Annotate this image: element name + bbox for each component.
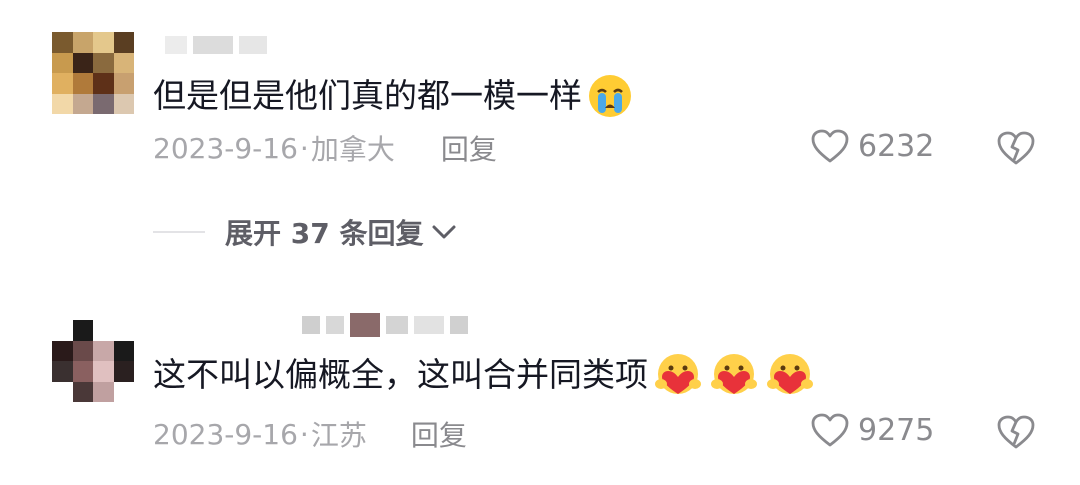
like-button[interactable]: 9275	[810, 412, 934, 448]
divider	[153, 231, 205, 233]
avatar-pixel	[93, 52, 114, 73]
avatar-pixel	[52, 52, 73, 73]
avatar-pixel	[72, 361, 93, 382]
avatar-pixel	[72, 320, 93, 341]
avatar-pixel	[113, 93, 134, 114]
crying-emoji	[586, 72, 634, 120]
heart-icon	[811, 413, 849, 447]
avatar-pixel	[52, 32, 73, 53]
avatar-pixel	[113, 340, 134, 361]
reply-button[interactable]: 回复	[411, 414, 467, 454]
avatar-pixel	[72, 381, 93, 402]
avatar-pixel	[93, 93, 114, 114]
avatar-pixel	[93, 340, 114, 361]
avatar-pixel	[52, 320, 73, 341]
dislike-button[interactable]	[996, 130, 1036, 170]
comment-location: 加拿大	[310, 133, 395, 166]
expand-replies-label: 展开 37 条回复	[225, 217, 424, 250]
comment-text-row: 这不叫以偏概全，这叫合并同类项	[153, 352, 816, 398]
comment-text-row: 但是但是他们真的都一模一样	[153, 72, 634, 120]
avatar-pixel	[72, 32, 93, 53]
comment-text: 这不叫以偏概全，这叫合并同类项	[153, 355, 648, 394]
avatar-pixel	[113, 361, 134, 382]
avatar-pixel	[52, 381, 73, 402]
avatar-pixel	[93, 361, 114, 382]
avatar[interactable]	[52, 320, 134, 402]
avatar-pixel	[72, 73, 93, 94]
heart-icon	[811, 129, 849, 163]
avatar-pixel	[113, 320, 134, 341]
comment-item: 这不叫以偏概全，这叫合并同类项 2023-9-16 · 江苏 回复 9275	[0, 290, 1080, 485]
comment-item: 但是但是他们真的都一模一样 2023-9-16 · 加拿大 回复 6232	[0, 0, 1080, 200]
avatar-pixel	[52, 361, 73, 382]
avatar[interactable]	[52, 32, 134, 114]
like-count: 6232	[858, 128, 935, 164]
like-count: 9275	[858, 412, 935, 448]
comment-meta: 2023-9-16 · 江苏 回复	[153, 414, 467, 454]
avatar-pixel	[93, 32, 114, 53]
reply-button[interactable]: 回复	[441, 128, 497, 168]
avatar-pixel	[93, 320, 114, 341]
avatar-pixel	[52, 93, 73, 114]
avatar-pixel	[52, 340, 73, 361]
avatar-pixel	[113, 73, 134, 94]
avatar-pixel	[113, 32, 134, 53]
avatar-pixel	[52, 73, 73, 94]
heart-hug-emoji	[652, 352, 704, 398]
avatar-pixel	[93, 381, 114, 402]
avatar-pixel	[113, 52, 134, 73]
comment-date: 2023-9-16	[153, 131, 298, 165]
broken-heart-icon	[997, 415, 1035, 449]
avatar-pixel	[93, 73, 114, 94]
comment-meta: 2023-9-16 · 加拿大 回复	[153, 128, 497, 168]
username-blurred[interactable]	[165, 34, 267, 56]
heart-hug-emoji	[764, 352, 816, 398]
expand-replies-button[interactable]: 展开 37 条回复	[153, 212, 457, 252]
like-button[interactable]: 6232	[810, 128, 934, 164]
comment-text: 但是但是他们真的都一模一样	[153, 76, 582, 115]
comment-location: 江苏	[310, 419, 367, 452]
dislike-button[interactable]	[996, 414, 1036, 454]
broken-heart-icon	[997, 131, 1035, 165]
comment-date: 2023-9-16	[153, 417, 298, 451]
avatar-pixel	[72, 93, 93, 114]
chevron-down-icon	[432, 225, 456, 239]
avatar-pixel	[72, 52, 93, 73]
avatar-pixel	[72, 340, 93, 361]
username-blurred[interactable]	[302, 313, 468, 337]
heart-hug-emoji	[708, 352, 760, 398]
avatar-pixel	[113, 381, 134, 402]
